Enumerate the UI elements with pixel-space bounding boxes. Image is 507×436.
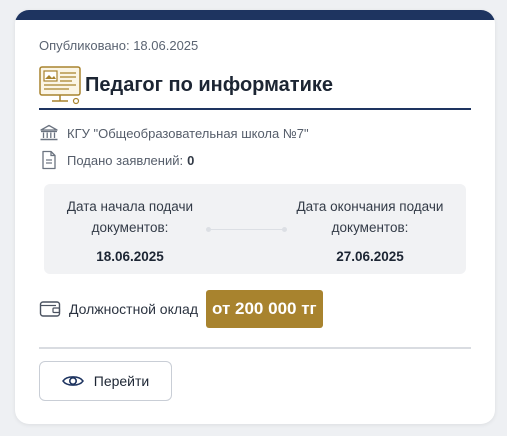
eye-icon: [61, 376, 84, 386]
document-icon: [42, 150, 56, 170]
applications-count: 0: [187, 152, 195, 168]
date-connector-line: [208, 229, 285, 230]
card-top-bar: [15, 10, 495, 20]
published-date: Опубликовано: 18.06.2025: [39, 38, 199, 53]
salary-badge: от 200 000 тг: [206, 290, 323, 328]
title-row: Педагог по информатике: [39, 64, 333, 106]
card-divider: [39, 347, 471, 349]
go-button-label: Перейти: [93, 373, 150, 389]
organization-row: КГУ "Общеобразовательная школа №7": [39, 124, 309, 142]
title-underline: [39, 108, 471, 110]
end-date-value: 27.06.2025: [336, 249, 404, 264]
organization-name: КГУ "Общеобразовательная школа №7": [67, 125, 309, 141]
dates-panel: Дата начала подачи документов: 18.06.202…: [44, 184, 466, 274]
vacancy-card: Опубликовано: 18.06.2025 Педагог по инфо…: [15, 10, 495, 424]
monitor-lesson-icon: [39, 66, 81, 105]
start-date-block: Дата начала подачи документов: 18.06.202…: [44, 196, 216, 267]
applications-label: Подано заявлений:: [67, 152, 184, 168]
salary-label: Должностной оклад: [69, 301, 199, 317]
vacancy-title: Педагог по информатике: [85, 73, 333, 96]
end-date-block: Дата окончания подачи документов: 27.06.…: [280, 196, 460, 267]
wallet-icon: [39, 301, 61, 317]
start-date-value: 18.06.2025: [96, 249, 164, 264]
institution-icon: [40, 124, 58, 141]
end-date-label: Дата окончания подачи документов:: [296, 199, 444, 235]
salary-row: Должностной оклад от 200 000 тг: [39, 290, 323, 328]
go-button[interactable]: Перейти: [39, 361, 172, 401]
start-date-label: Дата начала подачи документов:: [66, 199, 194, 235]
applications-row: Подано заявлений: 0: [39, 150, 194, 170]
